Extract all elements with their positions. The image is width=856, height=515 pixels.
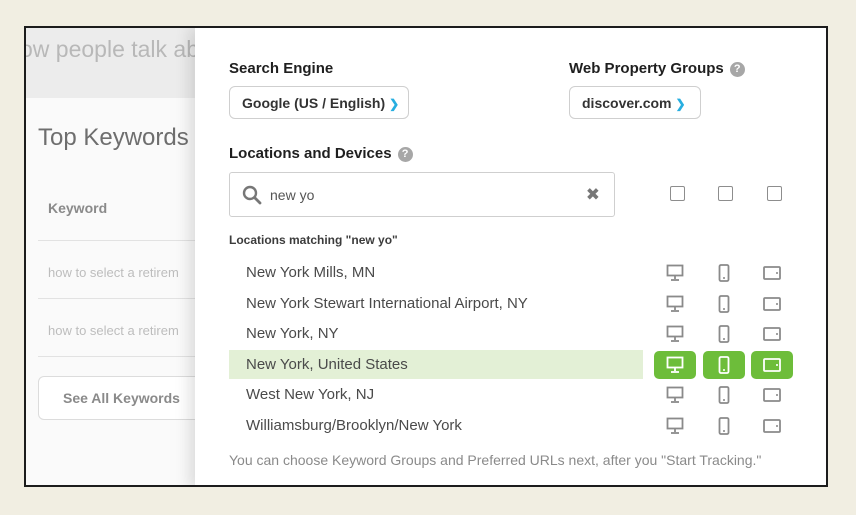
keyword-column-header: Keyword [48, 200, 108, 216]
desktop-icon[interactable] [654, 290, 696, 318]
top-keywords-title: Top Keywords [38, 124, 189, 151]
phone-icon[interactable] [703, 381, 745, 409]
desktop-select-all-checkbox[interactable] [670, 186, 685, 201]
search-engine-label: Search Engine [229, 60, 334, 77]
web-property-groups-label: Web Property Groups? [569, 60, 745, 77]
clear-icon[interactable]: ✖ [586, 185, 600, 205]
keyword-row[interactable]: how to select a retirem [48, 323, 179, 338]
tablet-select-all-checkbox[interactable] [767, 186, 782, 201]
footer-note: You can choose Keyword Groups and Prefer… [229, 452, 762, 468]
chevron-down-icon: ❯ [675, 97, 686, 111]
tablet-icon[interactable] [751, 350, 793, 379]
desktop-icon[interactable] [654, 412, 696, 440]
location-result-5[interactable]: West New York, NJ [246, 386, 374, 403]
keyword-row[interactable]: how to select a retirem [48, 265, 179, 280]
web-property-groups-text: Web Property Groups [569, 60, 724, 77]
tracking-settings-modal: Search Engine Google (US / English) ❯ Web… [195, 28, 826, 485]
phone-icon[interactable] [703, 320, 745, 348]
phone-icon[interactable] [703, 290, 745, 318]
phone-icon[interactable] [703, 350, 745, 379]
phone-select-all-checkbox[interactable] [718, 186, 733, 201]
help-icon[interactable]: ? [397, 147, 413, 162]
location-result-1[interactable]: New York Mills, MN [246, 264, 375, 281]
location-search-input[interactable]: new yo ✖ [229, 172, 615, 217]
help-icon[interactable]: ? [729, 62, 745, 77]
web-property-groups-dropdown[interactable]: discover.com ❯ [569, 86, 701, 119]
tablet-icon[interactable] [751, 412, 793, 440]
search-engine-dropdown[interactable]: Google (US / English) ❯ [229, 86, 409, 119]
search-icon [242, 185, 262, 205]
web-property-groups-value: discover.com [582, 95, 672, 111]
chevron-down-icon: ❯ [389, 97, 400, 111]
desktop-icon[interactable] [654, 259, 696, 287]
location-result-3[interactable]: New York, NY [246, 325, 339, 342]
location-result-2[interactable]: New York Stewart International Airport, … [246, 295, 528, 312]
phone-icon[interactable] [703, 259, 745, 287]
tablet-icon[interactable] [751, 259, 793, 287]
app-frame: ow people talk ab Top Keywords Keyword h… [24, 26, 828, 487]
desktop-icon[interactable] [654, 381, 696, 409]
tablet-icon[interactable] [751, 290, 793, 318]
location-result-4[interactable]: New York, United States [246, 356, 408, 373]
desktop-icon[interactable] [654, 320, 696, 348]
tablet-icon[interactable] [751, 320, 793, 348]
phone-icon[interactable] [703, 412, 745, 440]
tablet-icon[interactable] [751, 381, 793, 409]
matching-label: Locations matching "new yo" [229, 233, 398, 247]
locations-devices-text: Locations and Devices [229, 145, 392, 162]
search-engine-value: Google (US / English) [242, 95, 386, 111]
hero-text: ow people talk ab [24, 36, 200, 62]
desktop-icon[interactable] [654, 350, 696, 379]
search-query: new yo [270, 187, 315, 203]
location-result-6[interactable]: Williamsburg/Brooklyn/New York [246, 417, 462, 434]
locations-devices-label: Locations and Devices? [229, 145, 413, 162]
